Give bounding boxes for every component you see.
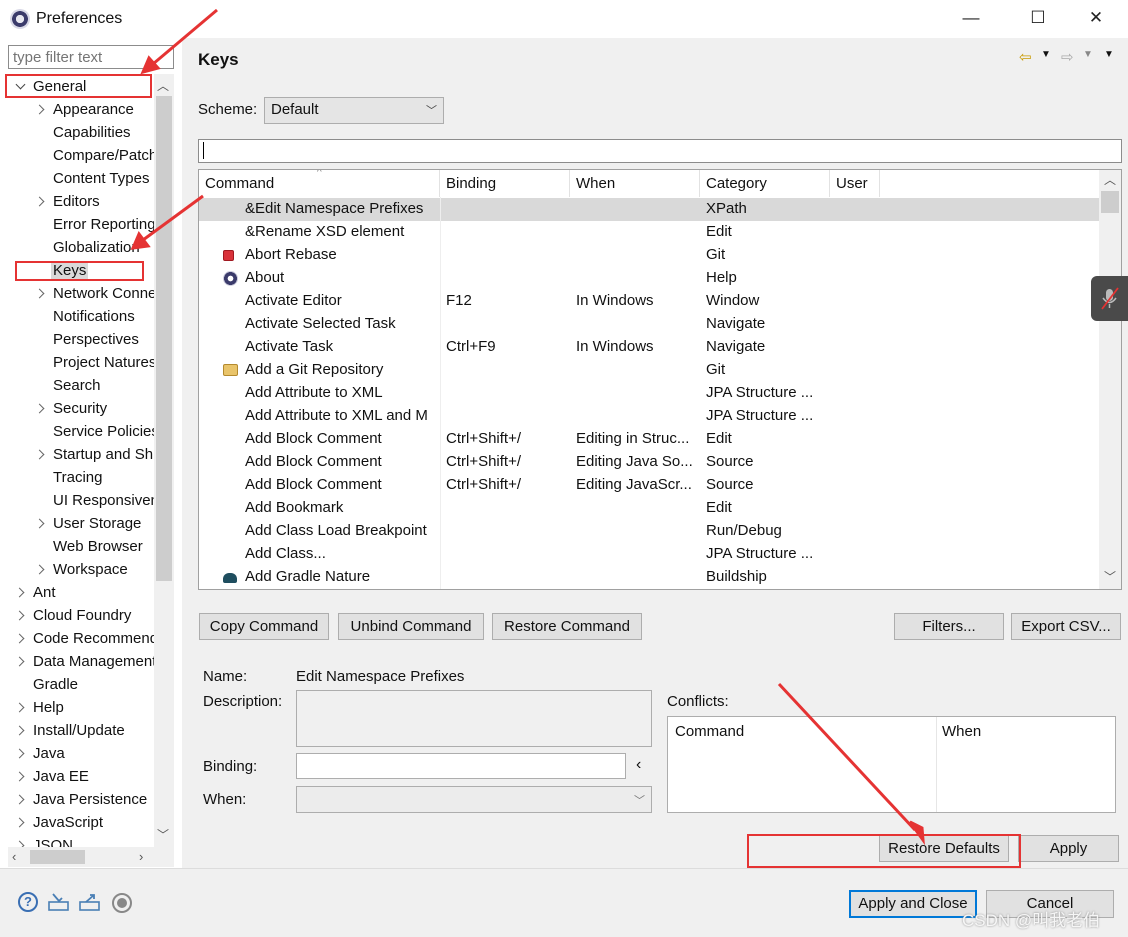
- arrow-to-keys: [142, 194, 204, 242]
- annotation-arrows: [130, 8, 925, 846]
- arrow-to-restore-defaults: [777, 682, 917, 832]
- arrowhead-restore: [908, 820, 925, 846]
- arrow-to-general: [152, 8, 218, 66]
- arrowhead-keys: [130, 231, 151, 250]
